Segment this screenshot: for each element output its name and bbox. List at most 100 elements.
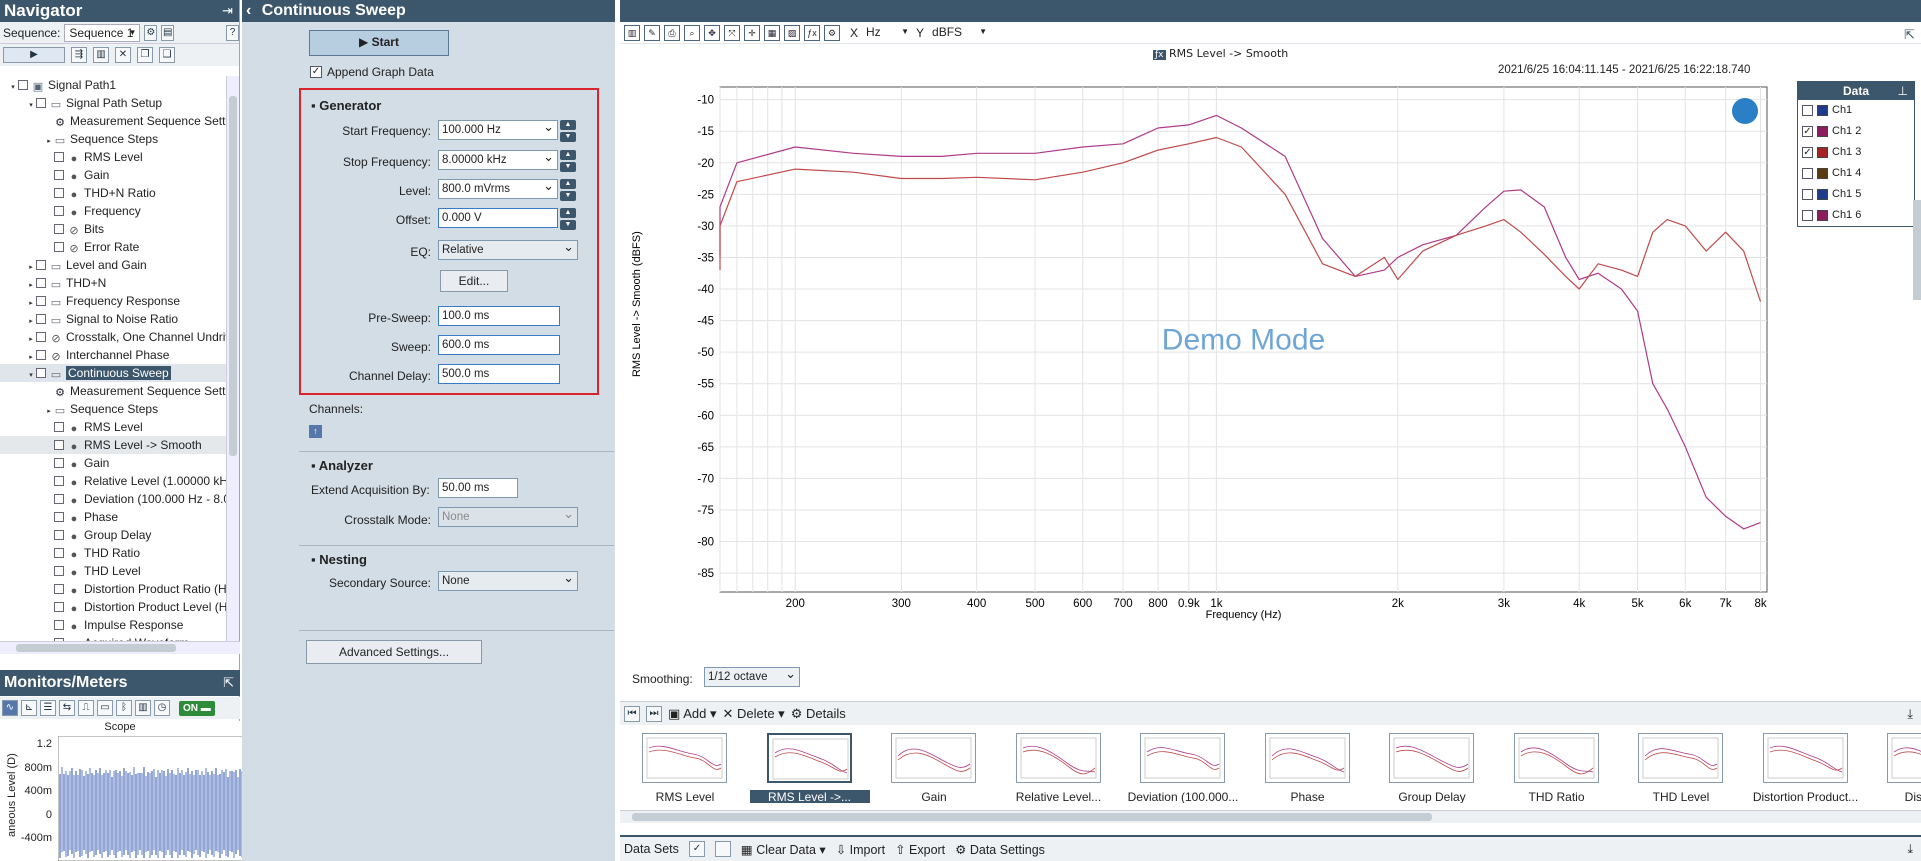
- tree-checkbox[interactable]: [18, 80, 28, 90]
- tree-item[interactable]: ● RMS Level: [0, 148, 226, 166]
- edit-icon[interactable]: ✎: [644, 24, 660, 41]
- tree-item[interactable]: ● Gain: [0, 454, 226, 472]
- tree-checkbox[interactable]: [54, 602, 64, 612]
- tree-item[interactable]: ▸ ▭ THD+N: [0, 274, 226, 292]
- tree-checkbox[interactable]: [36, 350, 46, 360]
- first-icon[interactable]: ⏮: [624, 705, 640, 722]
- delete-button[interactable]: ✕ Delete ▾: [722, 706, 784, 722]
- print-icon[interactable]: ⎙: [664, 24, 680, 41]
- tree-checkbox[interactable]: [36, 98, 46, 108]
- sweep-field[interactable]: 600.0 ms: [438, 335, 560, 355]
- on-toggle[interactable]: ON ▬: [179, 700, 215, 716]
- tree-item[interactable]: ▸⊘Crosstalk, One Channel Undriven: [0, 328, 226, 346]
- tree-item[interactable]: ⚙ Measurement Sequence Settings...: [0, 382, 226, 400]
- data-row-checkbox[interactable]: [1802, 210, 1813, 221]
- eq-edit-button[interactable]: Edit...: [440, 270, 508, 292]
- result-thumbnail[interactable]: [1015, 733, 1101, 783]
- level-icon[interactable]: ⇆: [59, 700, 75, 716]
- thumbs-scrollbar[interactable]: [620, 810, 1921, 823]
- tree-item[interactable]: ▸ ▭ Frequency Response: [0, 292, 226, 310]
- copy-icon[interactable]: ❐: [137, 47, 153, 63]
- result-thumbnail[interactable]: [1513, 733, 1599, 783]
- zoom-icon[interactable]: ⌕: [684, 24, 700, 41]
- tree-item[interactable]: ● Phase: [0, 508, 226, 526]
- tree-item[interactable]: ▸ ▭ Sequence Steps: [0, 130, 226, 148]
- bar-icon[interactable]: ▭: [97, 700, 113, 716]
- settings-icon[interactable]: ⚙: [824, 24, 840, 41]
- tree-checkbox[interactable]: [36, 314, 46, 324]
- export-button[interactable]: ⇧ Export: [895, 842, 945, 857]
- tree-item[interactable]: ● RMS Level: [0, 418, 226, 436]
- tree-item[interactable]: ● THD Level: [0, 562, 226, 580]
- import-button[interactable]: ⇩ Import: [836, 842, 885, 857]
- offset-field[interactable]: 0.000 V: [438, 208, 558, 228]
- tree-checkbox[interactable]: [54, 620, 64, 630]
- result-thumbnail[interactable]: [766, 733, 852, 783]
- tree-checkbox[interactable]: [36, 296, 46, 306]
- stop-frequency-field[interactable]: 8.00000 kHz: [438, 148, 558, 170]
- result-thumbnail[interactable]: [1638, 733, 1723, 783]
- tree-item[interactable]: ▸ ▭ Level and Gain: [0, 256, 226, 274]
- tree-checkbox[interactable]: [54, 530, 64, 540]
- tree-item[interactable]: ● Group Delay: [0, 526, 226, 544]
- tree-item[interactable]: ● Gain: [0, 166, 226, 184]
- y-unit-select[interactable]: dBFS ▼: [928, 23, 991, 42]
- tree-item[interactable]: ▸ ▭ Sequence Steps: [0, 400, 226, 418]
- uncheck-all-icon[interactable]: [714, 841, 731, 857]
- tree-checkbox[interactable]: [54, 422, 64, 432]
- result-thumbnail[interactable]: [1389, 733, 1474, 783]
- tree-checkbox[interactable]: [54, 242, 64, 252]
- tree-item[interactable]: ⚙ Measurement Sequence Settings...: [0, 112, 226, 130]
- paste-icon[interactable]: ❑: [159, 47, 175, 63]
- tree-checkbox[interactable]: [54, 170, 64, 180]
- report-icon[interactable]: ▤: [161, 24, 175, 41]
- stop-frequency-spinner[interactable]: ▲ ▼: [560, 150, 576, 172]
- ext-acq-field[interactable]: 50.00 ms: [438, 478, 518, 498]
- pin-icon[interactable]: ⊥: [1898, 82, 1908, 100]
- tree-checkbox[interactable]: [54, 440, 64, 450]
- advanced-settings-button[interactable]: Advanced Settings...: [306, 640, 482, 664]
- chart-icon[interactable]: ▥: [93, 47, 109, 63]
- right-scrollbar[interactable]: [1913, 200, 1921, 300]
- tree-checkbox[interactable]: [36, 368, 46, 378]
- step-icon[interactable]: ⇶: [71, 47, 87, 63]
- tree-item[interactable]: ● RMS Level -> Smooth: [0, 436, 226, 454]
- delete-icon[interactable]: ✕: [115, 47, 131, 63]
- settings-icon[interactable]: ⚙: [144, 24, 158, 41]
- navigator-hscrollbar[interactable]: [0, 641, 240, 654]
- bars-icon[interactable]: ▥: [135, 700, 151, 716]
- start-frequency-field[interactable]: 100.000 Hz: [438, 118, 558, 140]
- presweep-field[interactable]: 100.0 ms: [438, 306, 560, 326]
- secondary-source-select[interactable]: None: [438, 569, 578, 591]
- pin-icon[interactable]: ⇥: [222, 0, 233, 22]
- smoothing-select[interactable]: 1/12 octave: [704, 665, 800, 687]
- x-unit-select[interactable]: Hz ▼: [862, 23, 913, 42]
- run-sequence-icon[interactable]: ▶: [3, 47, 65, 63]
- tree-item[interactable]: ▾ ▭ Continuous Sweep: [0, 364, 226, 382]
- fft-icon[interactable]: ⊾: [21, 700, 37, 716]
- tree-item[interactable]: ● Distortion Product Level (H2): [0, 598, 226, 616]
- add-button[interactable]: ▣ Add ▾: [668, 706, 716, 722]
- tree-item[interactable]: ● Frequency: [0, 202, 226, 220]
- level-spinner[interactable]: ▲ ▼: [560, 179, 576, 201]
- data-row-checkbox[interactable]: [1802, 189, 1813, 200]
- sequence-select[interactable]: Sequence 1 ▼: [64, 23, 141, 42]
- tree-item[interactable]: ● Impulse Response: [0, 616, 226, 634]
- crosstalk-select[interactable]: None: [438, 505, 578, 527]
- result-thumbnail[interactable]: [1264, 733, 1350, 783]
- bluetooth-icon[interactable]: ᛒ: [116, 700, 132, 716]
- details-button[interactable]: ⚙ Details: [791, 706, 846, 722]
- start-button[interactable]: ▶ Start: [309, 30, 449, 56]
- tree-checkbox[interactable]: [54, 566, 64, 576]
- tree-item[interactable]: ●Acquired Waveform: [0, 634, 226, 641]
- tree-checkbox[interactable]: [36, 332, 46, 342]
- tree-item[interactable]: ● THD Ratio: [0, 544, 226, 562]
- data-row[interactable]: ✓ Ch1 2: [1798, 121, 1914, 142]
- table-icon[interactable]: ▦: [764, 24, 780, 41]
- cursor-icon[interactable]: ✛: [744, 24, 760, 41]
- tree-checkbox[interactable]: [54, 494, 64, 504]
- data-settings-button[interactable]: ⚙ Data Settings: [955, 842, 1045, 857]
- zoom-fit-icon[interactable]: ⤧: [724, 24, 740, 41]
- tree-item[interactable]: ▾ ▭ Signal Path Setup: [0, 94, 226, 112]
- navigator-scrollbar[interactable]: [226, 76, 239, 641]
